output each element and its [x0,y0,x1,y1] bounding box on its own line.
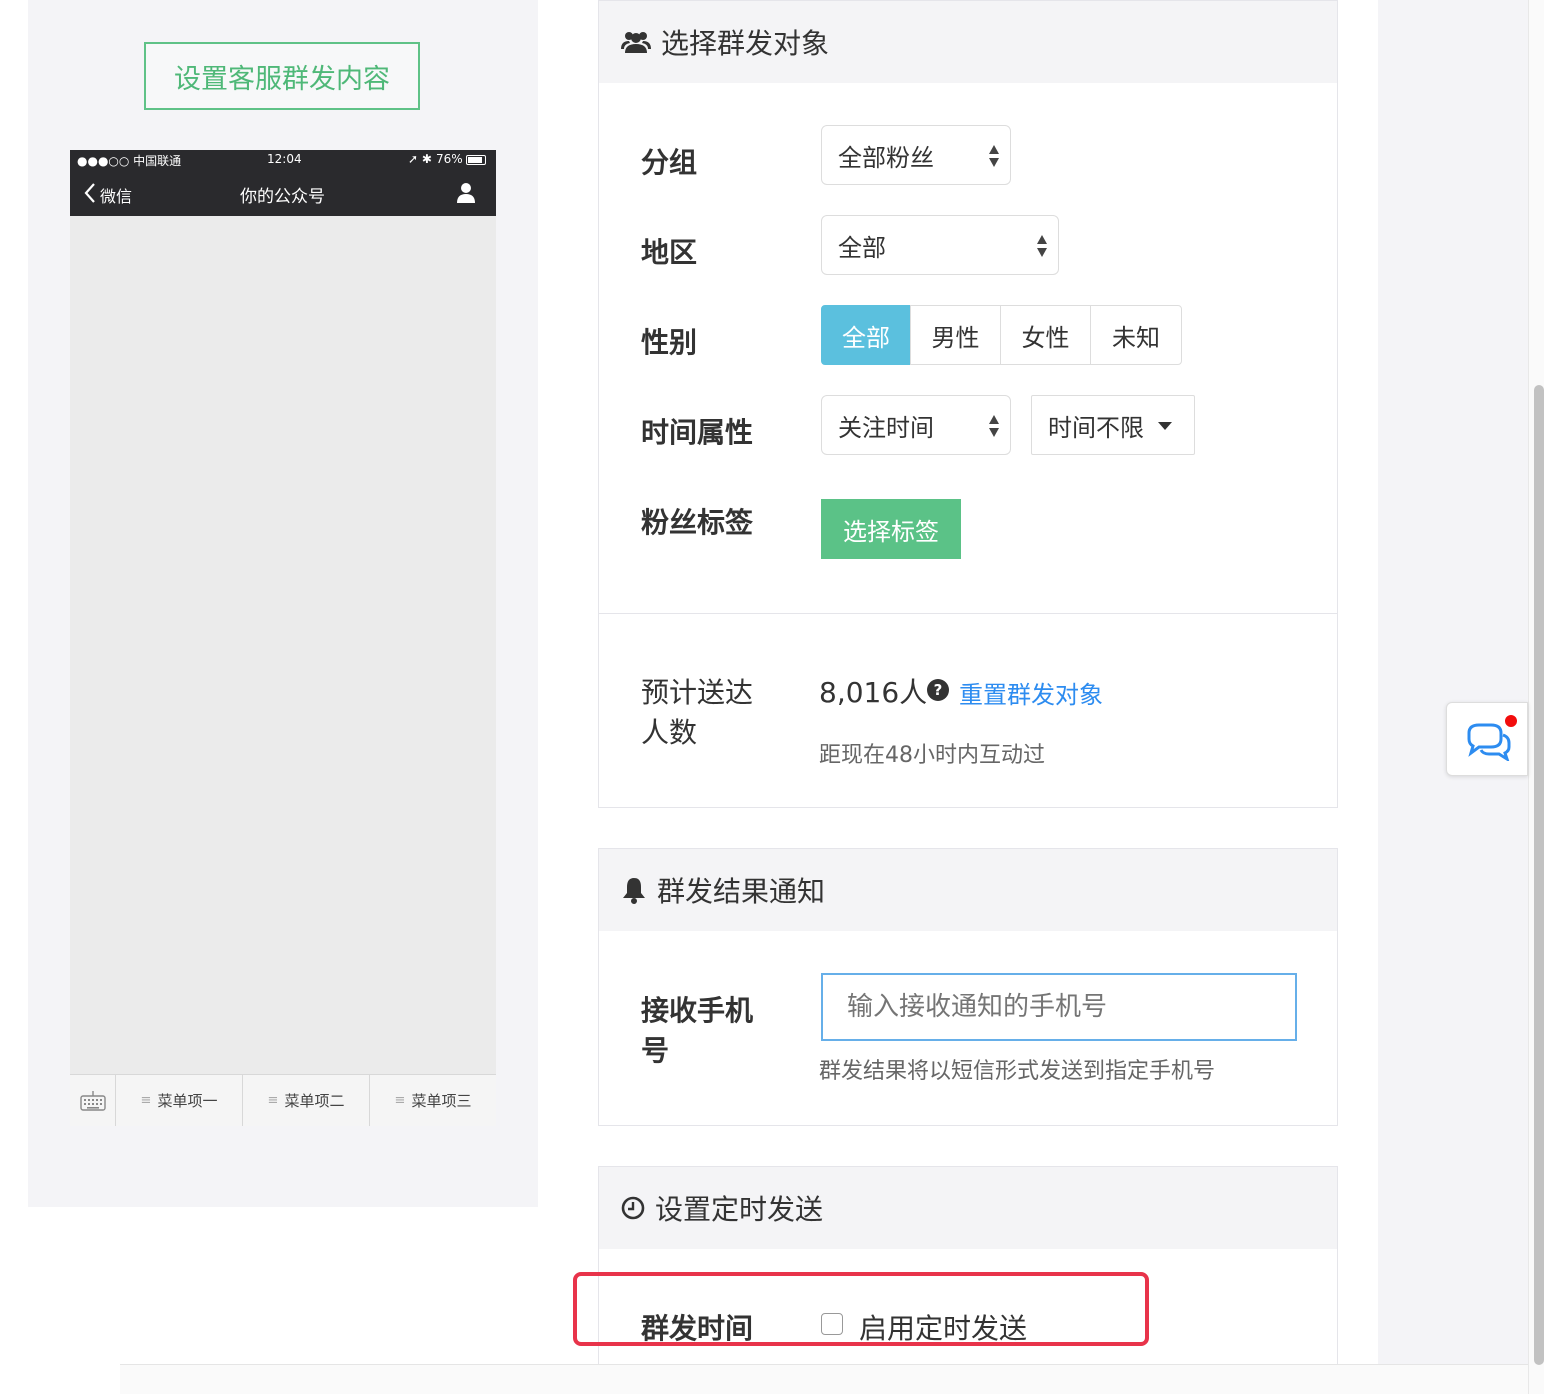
select-tags-button[interactable]: 选择标签 [821,499,961,559]
schedule-header: 设置定时发送 [599,1167,1337,1249]
region-select[interactable]: 全部 [821,215,1059,275]
bottom-toolbar [120,1364,1528,1394]
gender-option-female[interactable]: 女性 [1000,305,1091,365]
nav-title: 你的公众号 [240,187,325,207]
targets-title: 选择群发对象 [661,27,830,60]
notify-card: 群发结果通知 接收手机 号 群发结果将以短信形式发送到指定手机号 [598,848,1338,1126]
phone-label: 接收手机 [641,994,754,1027]
targets-header: 选择群发对象 [599,1,1337,83]
status-time: 12:04 [267,152,302,166]
estimate-label-2: 人数 [641,716,698,749]
menu-item-1[interactable]: ≡ 菜单项一 [115,1075,242,1126]
group-select[interactable]: 全部粉丝 [821,125,1011,185]
help-icon[interactable]: ? [926,678,950,702]
scrollbar-thumb[interactable] [1534,385,1544,1365]
time-range-dropdown[interactable]: 时间不限 [1031,395,1195,455]
gender-option-male[interactable]: 男性 [910,305,1001,365]
bell-icon [623,878,645,904]
tags-label: 粉丝标签 [641,506,754,539]
group-label: 分组 [641,146,698,179]
menu-item-2[interactable]: ≡ 菜单项二 [242,1075,369,1126]
estimate-count: 8,016人 [819,676,928,709]
caret-down-icon [1158,422,1172,430]
schedule-title: 设置定时发送 [655,1193,824,1226]
gender-option-all[interactable]: 全部 [821,305,911,365]
phone-menu-bar: ≡ 菜单项一 ≡ 菜单项二 ≡ 菜单项三 [70,1074,496,1126]
right-gutter [1378,0,1528,1394]
phone-help-text: 群发结果将以短信形式发送到指定手机号 [819,1059,1216,1084]
estimate-note: 距现在48小时内互动过 [819,743,1045,768]
keyboard-icon[interactable] [70,1075,115,1126]
status-battery: 76% [436,152,463,166]
reset-targets-link[interactable]: 重置群发对象 [959,675,1103,710]
estimate-label: 预计送达 [641,676,754,709]
gender-option-unknown[interactable]: 未知 [1090,305,1182,365]
chat-widget[interactable] [1446,702,1528,776]
battery-icon [466,155,486,165]
select-arrows-icon [1037,235,1047,257]
back-chevron-icon[interactable] [84,182,96,204]
notify-header: 群发结果通知 [599,849,1337,931]
time-attr-label: 时间属性 [641,416,754,449]
chat-bubbles-icon [1467,723,1511,761]
profile-icon[interactable] [456,182,476,204]
nav-back-label[interactable]: 微信 [100,183,132,207]
highlight-box [573,1272,1149,1346]
divider [599,613,1337,614]
phone-preview: ●●●○○ 中国联通 12:04 ➚ ✱ 76% 微信 你的公众号 ≡ 菜单项一 … [70,150,496,1126]
status-carrier: ●●●○○ 中国联通 [77,154,182,168]
menu-item-3[interactable]: ≡ 菜单项三 [369,1075,496,1126]
clock-icon [621,1196,645,1220]
phone-status-bar: ●●●○○ 中国联通 12:04 ➚ ✱ 76% [70,150,496,170]
svg-text:?: ? [934,681,943,699]
select-arrows-icon [989,415,999,437]
region-label: 地区 [641,236,698,269]
bluetooth-icon: ➚ ✱ [408,152,432,166]
gender-label: 性别 [641,326,698,359]
notify-title: 群发结果通知 [657,875,826,908]
setup-content-button[interactable]: 设置客服群发内容 [144,42,420,110]
select-arrows-icon [989,145,999,167]
users-icon [621,32,651,53]
phone-label-2: 号 [641,1034,670,1067]
phone-input[interactable] [821,973,1297,1041]
targets-card: 选择群发对象 分组 全部粉丝 地区 全部 性别 全部 男性 女性 未知 时间属性… [598,0,1338,808]
phone-nav-bar: 微信 你的公众号 [70,170,496,216]
notification-dot [1503,713,1519,729]
time-attr-select[interactable]: 关注时间 [821,395,1011,455]
